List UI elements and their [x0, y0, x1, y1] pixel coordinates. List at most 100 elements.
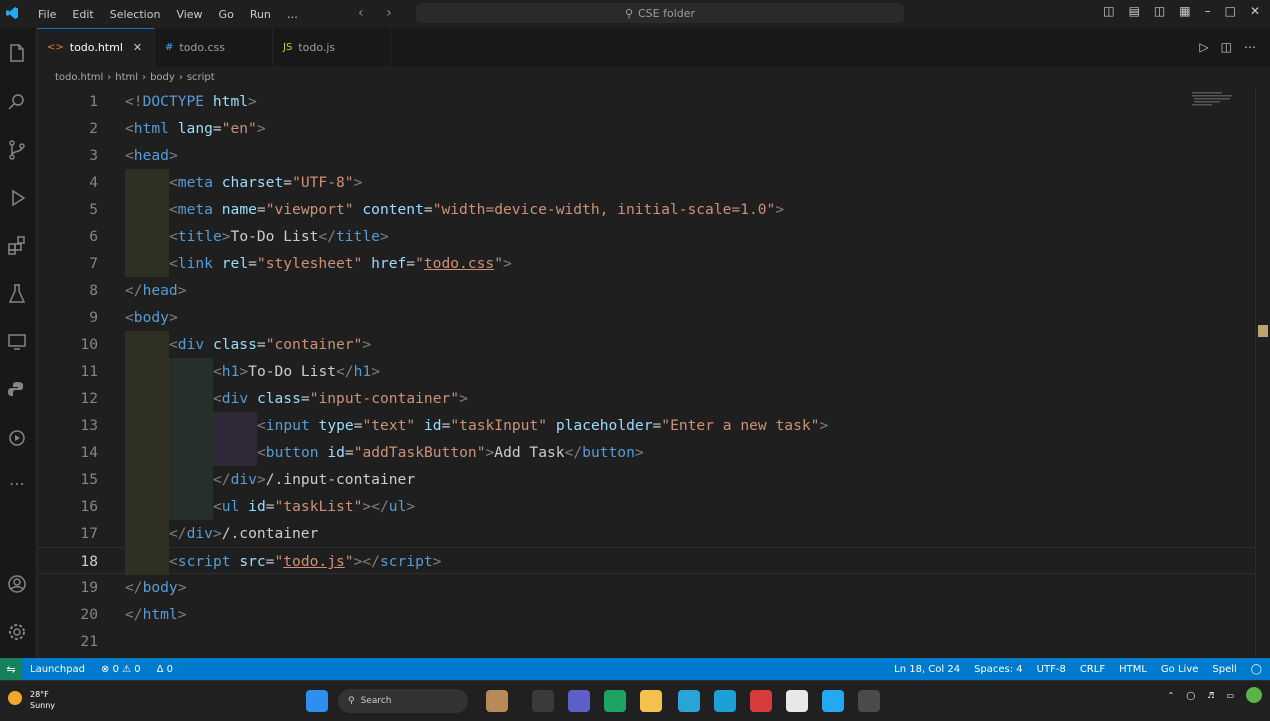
back-arrow-icon[interactable]: ‹ [358, 5, 364, 21]
code-text: <head> [125, 142, 178, 169]
status-problems[interactable]: ⊗ 0 ⚠ 0 [101, 664, 141, 675]
source-control-icon[interactable] [5, 138, 29, 162]
split-editor-icon[interactable]: ◫ [1221, 40, 1232, 54]
mcafee-icon[interactable] [750, 690, 772, 712]
python-icon[interactable] [5, 378, 29, 402]
customize-layout-icon[interactable]: ▦ [1179, 4, 1190, 18]
code-token: < [169, 255, 178, 272]
code-line[interactable]: 18 <script src="todo.js"></script> [37, 547, 1255, 575]
more-views-icon[interactable]: ⋯ [5, 474, 29, 498]
breadcrumb-item-file[interactable]: todo.html [55, 72, 103, 83]
command-center-search[interactable]: ⚲ CSE folder [416, 3, 904, 23]
menu-file[interactable]: File [38, 8, 56, 21]
run-file-icon[interactable]: ▷ [1199, 40, 1208, 54]
menu-more[interactable]: … [287, 8, 298, 21]
extensions-icon[interactable] [5, 234, 29, 258]
toggle-secondary-sidebar-icon[interactable]: ◫ [1154, 4, 1165, 18]
network-icon[interactable]: ◯ [1186, 691, 1195, 700]
tab-todo-html[interactable]: <> todo.html ✕ [37, 28, 155, 66]
code-line[interactable]: 1 <!DOCTYPE html> [37, 88, 1255, 115]
store-icon[interactable] [786, 690, 808, 712]
status-cursor-position[interactable]: Ln 18, Col 24 [894, 664, 960, 675]
minimap[interactable] [1190, 90, 1240, 108]
code-line[interactable]: 6 <title>To-Do List</title> [37, 223, 1255, 250]
remote-indicator-icon[interactable]: ⇋ [0, 658, 22, 680]
code-line[interactable]: 21 [37, 628, 1255, 655]
code-line[interactable]: 11 <h1>To-Do List</h1> [37, 358, 1255, 385]
more-actions-icon[interactable]: ⋯ [1244, 40, 1256, 54]
status-ports[interactable]: Δ 0 [157, 664, 173, 675]
status-launchpad[interactable]: Launchpad [30, 664, 85, 675]
code-line[interactable]: 10 <div class="container"> [37, 331, 1255, 358]
edge-icon[interactable] [714, 690, 736, 712]
code-line[interactable]: 17 </div>/.container [37, 520, 1255, 547]
recorder-icon[interactable] [858, 690, 880, 712]
breadcrumb-item-script[interactable]: script [187, 72, 215, 83]
teams-icon[interactable] [568, 690, 590, 712]
vscode-logo-icon[interactable] [5, 6, 19, 20]
menu-selection[interactable]: Selection [110, 8, 161, 21]
code-line[interactable]: 5 <meta name="viewport" content="width=de… [37, 196, 1255, 223]
code-line[interactable]: 16 <ul id="taskList"></ul> [37, 493, 1255, 520]
pinned-app-icon[interactable] [486, 690, 508, 712]
volume-icon[interactable]: ♬ [1207, 691, 1214, 700]
manage-gear-icon[interactable] [5, 620, 29, 644]
task-view-icon[interactable] [532, 690, 554, 712]
weather-app-icon[interactable] [678, 690, 700, 712]
breadcrumb-item-html[interactable]: html [115, 72, 138, 83]
code-token: ></ [353, 553, 380, 570]
status-eol[interactable]: CRLF [1080, 664, 1105, 675]
status-language[interactable]: HTML [1119, 664, 1147, 675]
menu-view[interactable]: View [176, 8, 202, 21]
editor-scrollbar[interactable] [1255, 88, 1270, 656]
code-line[interactable]: 14 <button id="addTaskButton">Add Task</b… [37, 439, 1255, 466]
status-spell[interactable]: Spell [1212, 664, 1236, 675]
explorer-icon[interactable] [5, 42, 29, 66]
chrome-icon[interactable] [604, 690, 626, 712]
vscode-taskbar-icon[interactable] [822, 690, 844, 712]
accounts-icon[interactable] [5, 572, 29, 596]
status-encoding[interactable]: UTF-8 [1037, 664, 1066, 675]
notifications-bell-icon[interactable]: ◯ [1251, 664, 1262, 675]
toggle-sidebar-icon[interactable]: ◫ [1103, 4, 1114, 18]
start-windows-icon[interactable] [306, 690, 328, 712]
search-icon[interactable] [5, 90, 29, 114]
forward-arrow-icon[interactable]: › [386, 5, 392, 21]
taskbar-search[interactable]: ⚲ Search [338, 689, 468, 713]
maximize-icon[interactable]: □ [1225, 4, 1236, 18]
code-line[interactable]: 7 <link rel="stylesheet" href="todo.css"> [37, 250, 1255, 277]
code-line[interactable]: 3 <head> [37, 142, 1255, 169]
code-line[interactable]: 13 <input type="text" id="taskInput" plac… [37, 412, 1255, 439]
toggle-panel-icon[interactable]: ▤ [1129, 4, 1140, 18]
tab-todo-css[interactable]: # todo.css [155, 28, 273, 66]
code-editor[interactable]: 1 <!DOCTYPE html> 2 <html lang="en"> 3 <head>… [37, 88, 1255, 656]
testing-icon[interactable] [5, 282, 29, 306]
breadcrumb-item-body[interactable]: body [150, 72, 175, 83]
status-go-live[interactable]: Go Live [1161, 664, 1198, 675]
code-line[interactable]: 4 <meta charset="UTF-8"> [37, 169, 1255, 196]
close-tab-icon[interactable]: ✕ [133, 41, 142, 54]
menu-edit[interactable]: Edit [72, 8, 93, 21]
tray-overflow-icon[interactable]: ⌃ [1168, 691, 1175, 700]
close-window-icon[interactable]: ✕ [1250, 4, 1260, 18]
file-explorer-icon[interactable] [640, 690, 662, 712]
run-debug-icon[interactable] [5, 186, 29, 210]
code-line[interactable]: 15 </div>/.input-container [37, 466, 1255, 493]
live-share-icon[interactable] [5, 426, 29, 450]
menu-go[interactable]: Go [219, 8, 234, 21]
code-line[interactable]: 20 </html> [37, 601, 1255, 628]
notification-icon[interactable] [1246, 687, 1262, 703]
tab-todo-js[interactable]: JS todo.js [273, 28, 391, 66]
code-line[interactable]: 19 </body> [37, 574, 1255, 601]
status-indentation[interactable]: Spaces: 4 [974, 664, 1023, 675]
menu-run[interactable]: Run [250, 8, 271, 21]
remote-explorer-icon[interactable] [5, 330, 29, 354]
weather-widget[interactable]: 28°F Sunny [8, 687, 78, 715]
code-line[interactable]: 9 <body> [37, 304, 1255, 331]
code-line[interactable]: 12 <div class="input-container"> [37, 385, 1255, 412]
code-line[interactable]: 2 <html lang="en"> [37, 115, 1255, 142]
code-token: class [212, 336, 257, 353]
code-line[interactable]: 8 </head> [37, 277, 1255, 304]
battery-icon[interactable]: ▭ [1226, 691, 1234, 700]
minimize-icon[interactable]: – [1205, 4, 1211, 18]
